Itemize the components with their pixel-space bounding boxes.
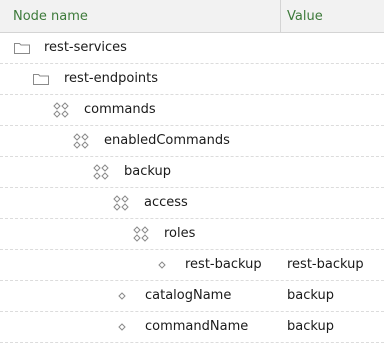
- folder-icon[interactable]: [13, 40, 31, 56]
- row-label[interactable]: catalogName: [145, 281, 231, 311]
- row-value[interactable]: rest-backup: [287, 250, 364, 280]
- row-label[interactable]: commandName: [145, 312, 248, 342]
- node-group-icon[interactable]: [92, 164, 110, 180]
- tree-row-rest-endpoints[interactable]: rest-endpoints: [0, 64, 384, 95]
- node-group-icon[interactable]: [52, 102, 70, 118]
- row-label[interactable]: backup: [124, 157, 171, 187]
- tree-row-catalogname[interactable]: catalogName backup: [0, 281, 384, 312]
- tree-row-backup[interactable]: backup: [0, 157, 384, 188]
- node-tree-table: Node name Value rest-services rest-endpo…: [0, 0, 389, 344]
- tree-row-rest-backup[interactable]: rest-backup rest-backup: [0, 250, 384, 281]
- folder-icon[interactable]: [32, 71, 50, 87]
- tree-row-roles[interactable]: roles: [0, 219, 384, 250]
- property-diamond-icon: [153, 257, 171, 273]
- property-diamond-icon: [113, 288, 131, 304]
- row-label[interactable]: commands: [84, 95, 156, 125]
- row-label[interactable]: rest-endpoints: [64, 64, 158, 94]
- column-header-value[interactable]: Value: [287, 0, 323, 33]
- tree-row-rest-services[interactable]: rest-services: [0, 33, 384, 64]
- tree-row-commands[interactable]: commands: [0, 95, 384, 126]
- node-group-icon[interactable]: [72, 133, 90, 149]
- row-label[interactable]: rest-backup: [185, 250, 262, 280]
- row-value[interactable]: backup: [287, 312, 334, 342]
- row-value[interactable]: backup: [287, 281, 334, 311]
- column-divider[interactable]: [280, 0, 281, 33]
- row-label[interactable]: access: [144, 188, 188, 218]
- column-header-node-name[interactable]: Node name: [13, 0, 88, 33]
- table-header: Node name Value: [0, 0, 384, 33]
- row-label[interactable]: roles: [164, 219, 195, 249]
- node-group-icon[interactable]: [132, 226, 150, 242]
- tree-row-enabledcommands[interactable]: enabledCommands: [0, 126, 384, 157]
- tree-row-commandname[interactable]: commandName backup: [0, 312, 384, 343]
- property-diamond-icon: [113, 319, 131, 335]
- row-label[interactable]: enabledCommands: [104, 126, 230, 156]
- node-group-icon[interactable]: [112, 195, 130, 211]
- row-label[interactable]: rest-services: [44, 33, 127, 63]
- tree-row-access[interactable]: access: [0, 188, 384, 219]
